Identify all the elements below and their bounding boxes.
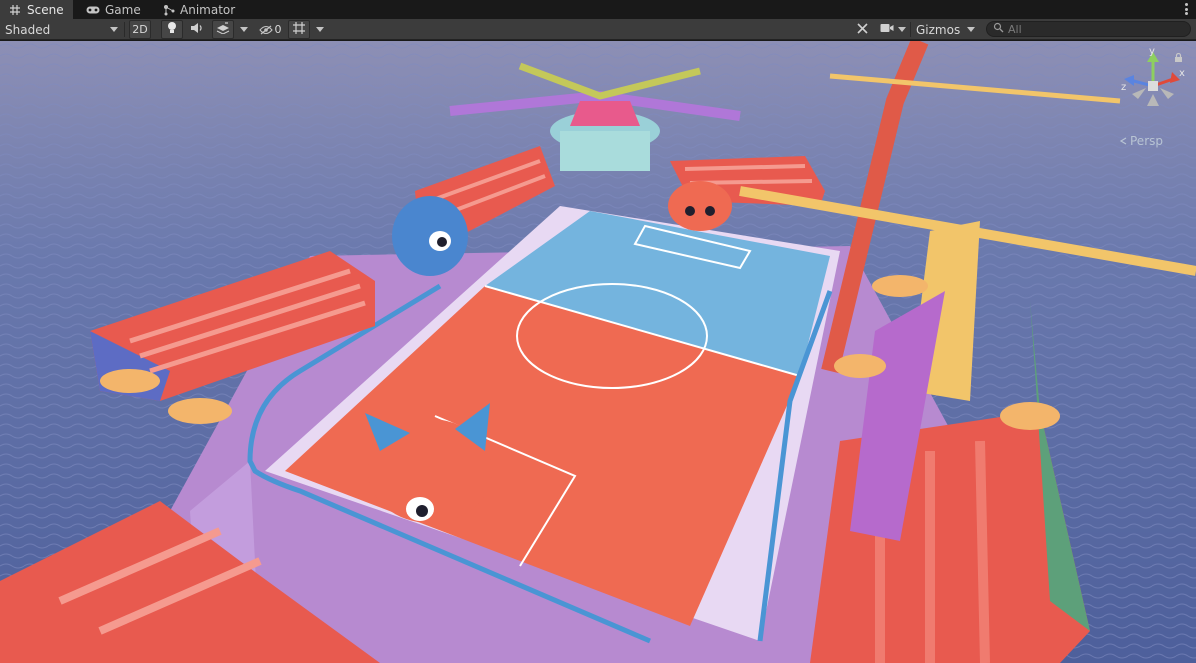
- search-input[interactable]: [1008, 22, 1178, 36]
- umbrella-left-1: [100, 369, 160, 393]
- grid-dropdown[interactable]: [313, 20, 327, 39]
- axis-x-label: x: [1179, 68, 1185, 79]
- tab-game[interactable]: Game: [78, 0, 146, 19]
- search-icon: [993, 22, 1004, 36]
- scene-render: [0, 41, 1196, 663]
- chevron-down-icon: [898, 27, 906, 32]
- tab-game-label: Game: [105, 2, 141, 17]
- toggle-2d-label: 2D: [132, 23, 148, 36]
- speaker-icon: [190, 22, 204, 37]
- camera-dropdown[interactable]: [895, 20, 909, 39]
- gizmos-label: Gizmos: [916, 22, 961, 37]
- toggle-2d-button[interactable]: 2D: [129, 20, 151, 39]
- hidden-objects-toggle[interactable]: 0: [254, 20, 286, 39]
- camera-icon: [880, 23, 894, 36]
- tab-scene-label: Scene: [27, 2, 64, 17]
- grid-icon: [292, 21, 306, 38]
- audio-toggle-button[interactable]: [186, 20, 208, 39]
- lighting-toggle-button[interactable]: [161, 20, 183, 39]
- axis-z-label: z: [1121, 82, 1126, 93]
- projection-label: Persp: [1130, 134, 1163, 148]
- grid-toggle-button[interactable]: [288, 20, 310, 39]
- tab-animator[interactable]: Animator: [155, 0, 239, 19]
- draw-mode-dropdown[interactable]: Shaded: [0, 20, 122, 39]
- umbrella-left-2: [168, 398, 232, 424]
- lightbulb-icon: [166, 21, 178, 38]
- wrench-cross-icon: [856, 22, 869, 38]
- scene-viewport[interactable]: [0, 41, 1196, 663]
- cat-mascot-far-left: [392, 196, 468, 276]
- draw-mode-value: Shaded: [5, 22, 51, 37]
- chevron-down-icon: [967, 27, 975, 32]
- toolbar-divider: [124, 22, 125, 37]
- projection-toggle[interactable]: Persp: [1119, 134, 1163, 148]
- cat-mascot-far-right: [668, 181, 732, 231]
- effects-dropdown[interactable]: [237, 20, 251, 39]
- gizmos-dropdown[interactable]: Gizmos: [911, 20, 979, 39]
- gamepad-icon: [86, 3, 100, 17]
- umbrella-right-2: [834, 354, 886, 378]
- hierarchy-search[interactable]: [986, 21, 1191, 37]
- axis-y-label: y: [1149, 46, 1155, 57]
- animator-node-icon: [163, 3, 175, 17]
- umbrella-right-1: [872, 275, 928, 297]
- scene-toolbar: Shaded 2D 0 Gizmos All: [0, 19, 1196, 40]
- eye-hidden-icon: [258, 25, 273, 35]
- grid-hash-icon: [8, 3, 22, 17]
- more-options-icon[interactable]: [1182, 2, 1190, 16]
- chevron-down-icon: [316, 27, 324, 32]
- layers-effects-icon: [216, 22, 230, 37]
- chevron-left-icon: [1119, 134, 1127, 148]
- tools-button[interactable]: [852, 20, 872, 39]
- chevron-down-icon: [240, 27, 248, 32]
- scene-camera-button[interactable]: [877, 20, 897, 39]
- hidden-objects-count: 0: [274, 23, 282, 36]
- chevron-down-icon: [110, 27, 118, 32]
- tab-scene[interactable]: Scene: [0, 0, 73, 19]
- editor-tab-strip: Scene Game Animator: [0, 0, 1196, 19]
- effects-toggle-button[interactable]: [212, 20, 234, 39]
- tab-animator-label: Animator: [180, 2, 236, 17]
- umbrella-right-3: [1000, 402, 1060, 430]
